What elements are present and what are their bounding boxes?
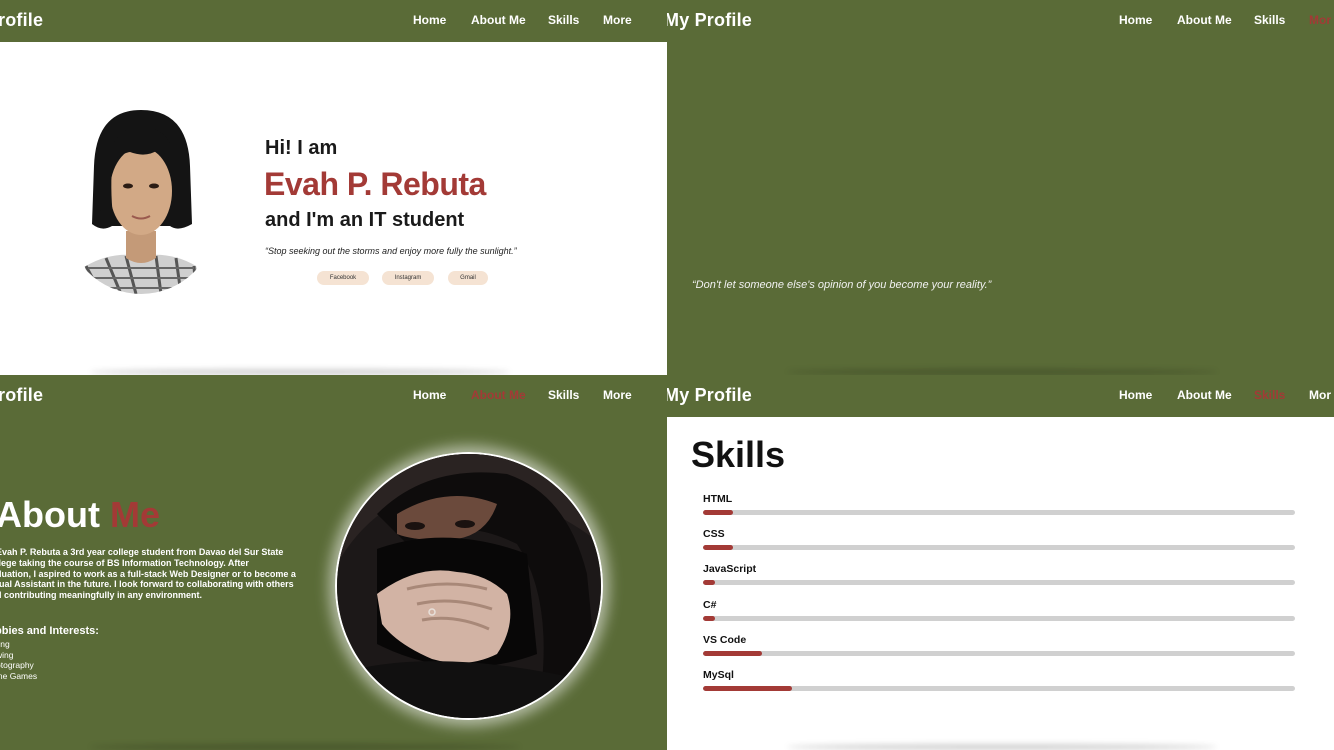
- nav-more[interactable]: Mor: [1309, 13, 1331, 27]
- skill-label: HTML: [703, 493, 733, 505]
- brand-title[interactable]: rofile: [0, 385, 43, 406]
- skills-title: Skills: [691, 434, 786, 475]
- nav-more[interactable]: More: [603, 388, 632, 402]
- skills-section: My Profile Home About Me Skills Mor: [667, 375, 1334, 750]
- about-photo: [335, 452, 603, 720]
- nav-home[interactable]: Home: [1119, 388, 1152, 402]
- quote-section: My Profile Home About Me Skills Mor “Don…: [667, 0, 1334, 375]
- navbar: My Profile Home About Me Skills Mor: [667, 0, 1334, 42]
- nav-about[interactable]: About Me: [1177, 13, 1232, 27]
- skill-label: JavaScript: [703, 563, 757, 576]
- hobby-item: otography: [0, 660, 34, 670]
- nav-more[interactable]: Mor: [1309, 388, 1331, 402]
- skill-progress-track: [703, 650, 1295, 656]
- hobby-item: wing: [0, 650, 14, 660]
- brand-title[interactable]: rofile: [0, 10, 43, 31]
- skill-progress-track: [703, 510, 1295, 515]
- navbar: rofile Home About Me Skills More: [0, 0, 667, 42]
- skill-progress-track: [703, 686, 1295, 691]
- nav-skills[interactable]: Skills: [1254, 13, 1285, 27]
- about-title-accent: Me: [109, 494, 160, 535]
- about-description: Evah P. Rebuta a 3rd year college studen…: [0, 547, 328, 601]
- hero-greeting: Hi! I am: [265, 137, 338, 159]
- skill-label: MySql: [703, 669, 734, 681]
- navbar: My Profile Home About Me Skills Mor: [667, 375, 1334, 417]
- skill-label: C#: [703, 598, 717, 611]
- hero-quote: “Stop seeking out the storms and enjoy m…: [265, 246, 517, 256]
- nav-skills[interactable]: Skills: [548, 388, 579, 402]
- about-line: llege taking the course of BS Informatio…: [0, 557, 249, 568]
- skill-progress-fill: [703, 615, 715, 621]
- skill-progress-fill: [703, 510, 733, 515]
- featured-quote: “Don't let someone else's opinion of you…: [692, 279, 992, 291]
- section-divider-shadow: [787, 744, 1217, 750]
- about-title: About Me: [0, 494, 160, 536]
- facebook-button[interactable]: Facebook: [317, 271, 369, 285]
- profile-portrait: [66, 106, 216, 294]
- nav-skills[interactable]: Skills: [548, 13, 579, 27]
- nav-home[interactable]: Home: [413, 388, 446, 402]
- skill-progress-track: [703, 580, 1295, 586]
- about-line: tual Assistant in the future. I look for…: [0, 579, 294, 590]
- skill-label: CSS: [703, 528, 725, 541]
- nav-more[interactable]: More: [603, 13, 632, 27]
- nav-home[interactable]: Home: [1119, 13, 1152, 27]
- nav-about[interactable]: About Me: [471, 388, 526, 402]
- skill-progress-fill: [703, 545, 733, 551]
- hero-role: and I'm an IT student: [265, 209, 465, 231]
- skill-progress-track: [703, 615, 1295, 621]
- skill-label: VS Code: [703, 633, 747, 646]
- about-line: duation, I aspired to work as a full-sta…: [0, 568, 296, 579]
- home-section: rofile Home About Me Skills More Hi! I a…: [0, 0, 667, 375]
- about-line: d contributing meaningfully in any envir…: [0, 590, 203, 601]
- brand-title[interactable]: My Profile: [667, 385, 752, 406]
- about-line: Evah P. Rebuta a 3rd year college studen…: [0, 547, 284, 557]
- instagram-button[interactable]: Instagram: [382, 271, 434, 285]
- hobby-item: ine Games: [0, 671, 38, 681]
- navbar: rofile Home About Me Skills More: [0, 375, 667, 417]
- nav-about[interactable]: About Me: [471, 13, 526, 27]
- section-divider-shadow: [90, 744, 520, 750]
- skill-progress-fill: [703, 650, 763, 656]
- nav-about[interactable]: About Me: [1177, 388, 1232, 402]
- skill-progress-track: [703, 545, 1295, 551]
- about-photo-image: [337, 454, 601, 718]
- skill-progress-fill: [703, 686, 792, 691]
- about-title-main: About: [0, 494, 100, 535]
- brand-title[interactable]: My Profile: [667, 10, 752, 31]
- gmail-button[interactable]: Gmail: [448, 271, 488, 285]
- hero-name: Evah P. Rebuta: [264, 166, 486, 202]
- nav-skills[interactable]: Skills: [1254, 388, 1285, 402]
- hobby-item: ting: [0, 639, 10, 649]
- nav-home[interactable]: Home: [413, 13, 446, 27]
- skill-progress-fill: [703, 580, 715, 586]
- hobbies-title: bbies and Interests:: [0, 625, 99, 637]
- portrait-image: [66, 106, 216, 294]
